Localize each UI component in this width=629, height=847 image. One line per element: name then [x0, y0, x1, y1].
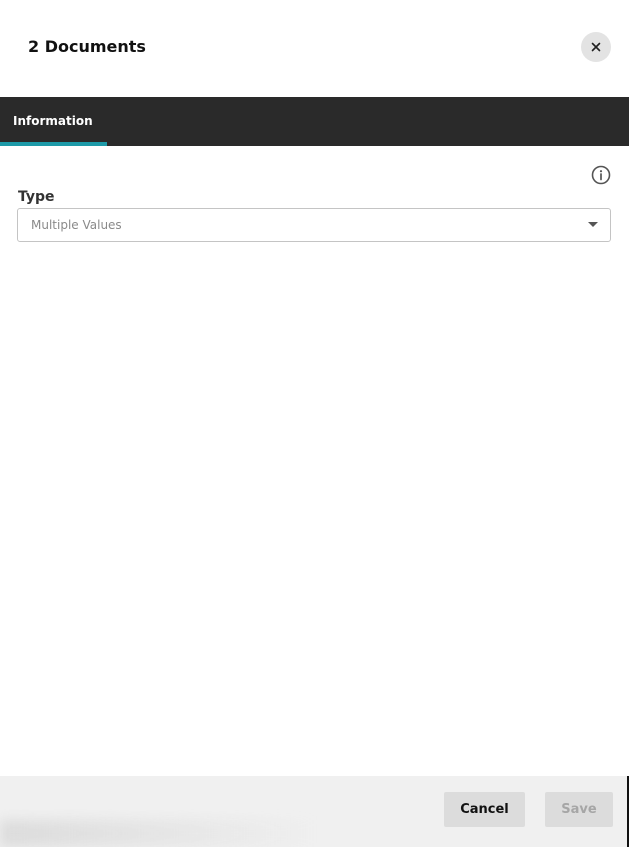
type-select[interactable]: Multiple Values	[17, 208, 611, 242]
active-tab-indicator	[0, 142, 107, 146]
dialog-header: 2 Documents	[0, 0, 629, 97]
type-field-label: Type	[18, 189, 55, 205]
dialog-footer	[0, 776, 629, 847]
tab-bar: Information	[0, 97, 629, 146]
tab-label: Information	[13, 114, 93, 128]
close-icon	[591, 42, 601, 52]
close-button[interactable]	[581, 32, 611, 62]
info-icon[interactable]	[590, 164, 612, 186]
tab-information[interactable]: Information	[0, 97, 107, 146]
dialog-title: 2 Documents	[28, 37, 146, 56]
caret-down-icon	[588, 222, 598, 227]
type-select-value: Multiple Values	[31, 218, 122, 232]
save-button[interactable]: Save	[545, 792, 613, 827]
cancel-button[interactable]: Cancel	[444, 792, 525, 827]
edit-documents-dialog: 2 Documents Information Type Multiple Va…	[0, 0, 629, 847]
